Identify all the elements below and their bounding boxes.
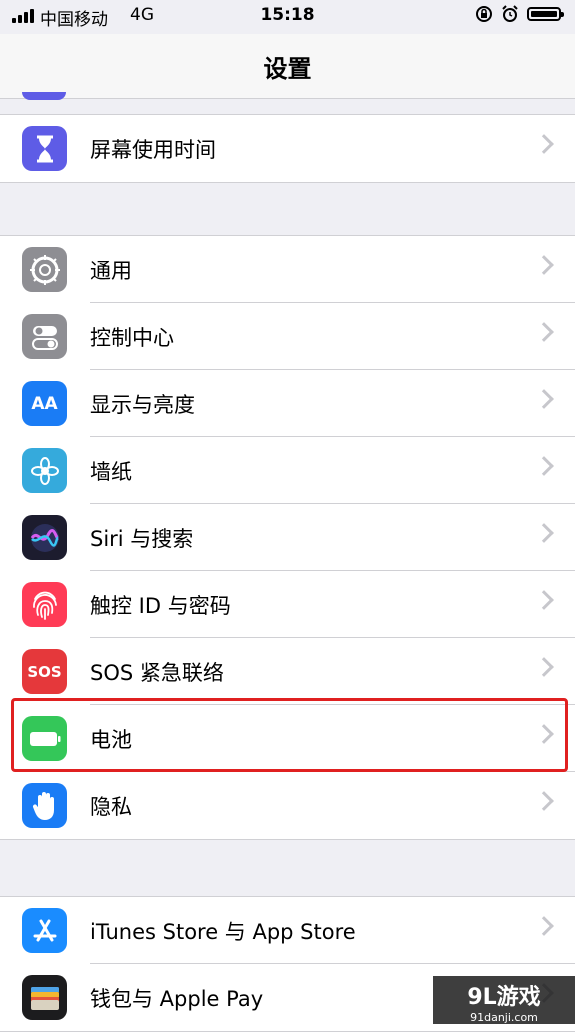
watermark: 9L游戏 91danji.com — [433, 976, 575, 1024]
flower-icon — [22, 448, 67, 493]
row-label: 触控 ID 与密码 — [90, 593, 231, 618]
chevron-right-icon — [534, 724, 554, 744]
settings-group-1: 屏幕使用时间 — [0, 114, 575, 183]
row-label: iTunes Store 与 App Store — [90, 919, 356, 944]
chevron-right-icon — [534, 456, 554, 476]
wallet-icon — [22, 975, 67, 1020]
row-siri-search[interactable]: Siri 与搜索 — [0, 504, 575, 571]
hand-icon — [22, 783, 67, 828]
status-bar: 中国移动 4G 15:18 — [0, 0, 575, 34]
row-label: 墙纸 — [90, 459, 132, 484]
watermark-title: 9L游戏 — [467, 985, 541, 1010]
row-label: 显示与亮度 — [90, 392, 195, 417]
chevron-right-icon — [534, 657, 554, 677]
row-battery[interactable]: 电池 — [0, 705, 575, 772]
battery-status-icon — [527, 7, 564, 21]
row-label: Siri 与搜索 — [90, 526, 194, 551]
row-label: 电池 — [90, 727, 132, 752]
gear-icon — [22, 247, 67, 292]
row-control-center[interactable]: 控制中心 — [0, 303, 575, 370]
row-label: 通用 — [90, 258, 132, 283]
text-size-icon: AA — [22, 381, 67, 426]
chevron-right-icon — [534, 791, 554, 811]
rotation-lock-icon — [476, 6, 492, 22]
siri-icon — [22, 515, 67, 560]
settings-group-2: 通用 控制中心 AA 显示与亮度 墙纸 Siri 与搜索 触控 ID 与密码 S… — [0, 235, 575, 840]
battery-icon — [22, 716, 67, 761]
chevron-right-icon — [534, 916, 554, 936]
row-itunes-app-store[interactable]: iTunes Store 与 App Store — [0, 897, 575, 964]
row-display-brightness[interactable]: AA 显示与亮度 — [0, 370, 575, 437]
page-title: 设置 — [263, 54, 312, 83]
row-label: 钱包与 Apple Pay — [90, 986, 264, 1011]
app-store-icon — [22, 908, 67, 953]
partial-row-icon — [22, 92, 66, 100]
row-label: 隐私 — [90, 794, 132, 819]
chevron-right-icon — [534, 389, 554, 409]
row-label: 控制中心 — [90, 325, 174, 350]
sos-icon: SOS — [22, 649, 67, 694]
chevron-right-icon — [534, 590, 554, 610]
row-emergency-sos[interactable]: SOS SOS 紧急联络 — [0, 638, 575, 705]
chevron-right-icon — [534, 255, 554, 275]
row-wallpaper[interactable]: 墙纸 — [0, 437, 575, 504]
row-touch-id-passcode[interactable]: 触控 ID 与密码 — [0, 571, 575, 638]
chevron-right-icon — [534, 134, 554, 154]
row-label: SOS 紧急联络 — [90, 660, 224, 685]
nav-bar: 设置 — [0, 34, 575, 99]
alarm-icon — [502, 5, 518, 22]
watermark-url: 91danji.com — [470, 1011, 538, 1024]
row-screen-time[interactable]: 屏幕使用时间 — [0, 115, 575, 182]
chevron-right-icon — [534, 322, 554, 342]
toggles-icon — [22, 314, 67, 359]
row-label: 屏幕使用时间 — [90, 137, 216, 162]
fingerprint-icon — [22, 582, 67, 627]
row-general[interactable]: 通用 — [0, 236, 575, 303]
chevron-right-icon — [534, 523, 554, 543]
hourglass-icon — [22, 126, 67, 171]
row-privacy[interactable]: 隐私 — [0, 772, 575, 839]
